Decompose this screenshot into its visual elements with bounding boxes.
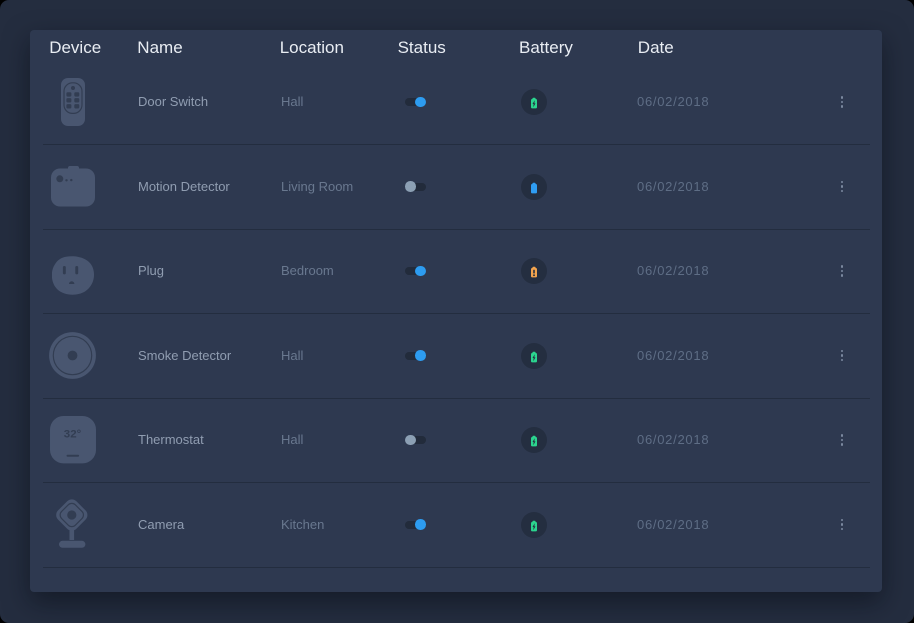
svg-text:32°: 32° bbox=[64, 429, 82, 441]
